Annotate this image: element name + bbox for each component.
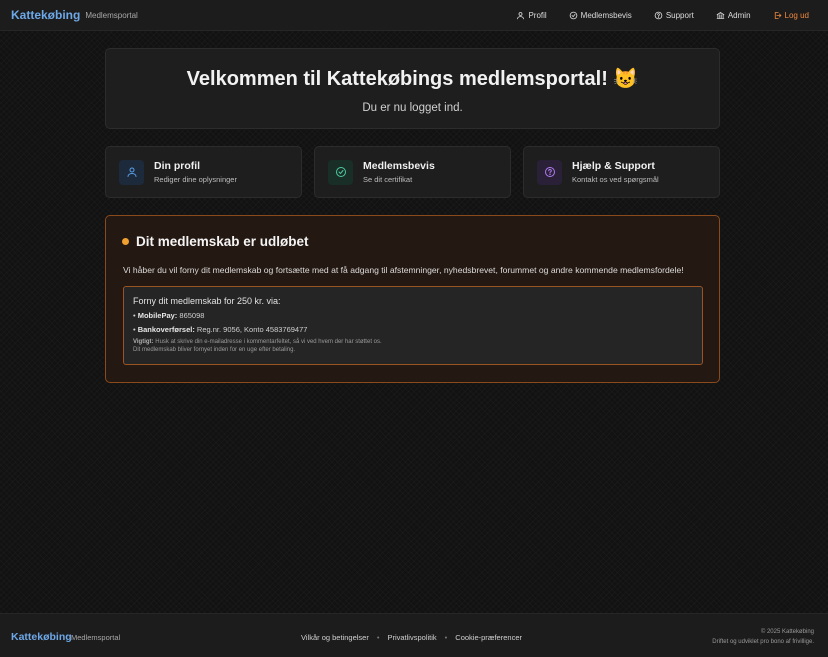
important-note: Vigtigt: Husk at skrive din e-mailadress… bbox=[133, 338, 693, 354]
nav-profile-label: Profil bbox=[528, 10, 547, 20]
nav-admin-label: Admin bbox=[727, 10, 751, 20]
renewal-timing-text: Dit medlemskab bliver fornyet inden for … bbox=[133, 347, 296, 353]
renew-box: Forny dit medlemskab for 250 kr. via: • … bbox=[123, 286, 703, 365]
footer-brand[interactable]: Kattekøbing bbox=[11, 631, 72, 643]
check-circle-icon bbox=[335, 167, 346, 177]
profile-card-icon-box bbox=[119, 159, 144, 185]
profile-card[interactable]: Din profil Rediger dine oplysninger bbox=[105, 146, 302, 198]
cookie-preferences-link[interactable]: Cookie-præferencer bbox=[455, 633, 522, 642]
nav-support-label: Support bbox=[665, 10, 694, 20]
bank-transfer-line: • Bankoverførsel: Reg.nr. 9056, Konto 45… bbox=[133, 325, 308, 334]
membership-card-subtitle: Se dit certifikat bbox=[363, 175, 413, 184]
nav-support[interactable]: Support bbox=[654, 11, 694, 20]
warning-dot-icon bbox=[122, 238, 129, 245]
expired-lead: Vi håber du vil forny dit medlemskab og … bbox=[123, 265, 684, 275]
profile-card-subtitle: Rediger dine oplysninger bbox=[154, 175, 237, 184]
brand-logo[interactable]: Kattekøbing bbox=[11, 8, 80, 22]
footer-credits: © 2025 Kattekøbing Driftet og udviklet p… bbox=[712, 627, 814, 647]
nav-membership-label: Medlemsbevis bbox=[580, 10, 632, 20]
profile-card-title: Din profil bbox=[154, 160, 201, 172]
important-note-label: Vigtigt: bbox=[133, 339, 154, 345]
nav-logout[interactable]: Log ud bbox=[773, 11, 809, 20]
bank-transfer-label: Bankoverførsel: bbox=[137, 325, 195, 334]
mobilepay-number: 865098 bbox=[179, 311, 205, 320]
nav-membership-card[interactable]: Medlemsbevis bbox=[569, 11, 632, 20]
copyright: © 2025 Kattekøbing bbox=[760, 629, 814, 635]
terms-link[interactable]: Vilkår og betingelser bbox=[301, 633, 369, 642]
support-card-subtitle: Kontakt os ved spørgsmål bbox=[572, 175, 659, 184]
user-icon bbox=[517, 11, 525, 19]
support-card[interactable]: Hjælp & Support Kontakt os ved spørgsmål bbox=[523, 146, 720, 198]
help-circle-icon bbox=[654, 11, 663, 19]
help-circle-icon bbox=[544, 167, 555, 177]
mobilepay-line: • MobilePay: 865098 bbox=[133, 311, 205, 320]
mobilepay-label: MobilePay: bbox=[137, 311, 178, 320]
nav-logout-label: Log ud bbox=[784, 10, 809, 20]
footer-links: Vilkår og betingelser • Privatlivspoliti… bbox=[301, 633, 522, 642]
renew-title: Forny dit medlemskab for 250 kr. via: bbox=[133, 296, 281, 306]
check-circle-icon bbox=[569, 11, 577, 19]
footer-separator: • bbox=[376, 633, 380, 642]
expired-title: Dit medlemskab er udløbet bbox=[136, 234, 309, 249]
welcome-title: Velkommen til Kattekøbings medlemsportal… bbox=[186, 68, 639, 90]
logout-icon bbox=[774, 11, 781, 19]
bank-icon bbox=[716, 11, 725, 19]
welcome-subtitle: Du er nu logget ind. bbox=[362, 102, 463, 114]
footer-subtitle: Medlemsportal bbox=[71, 633, 121, 642]
page-footer: Kattekøbing Medlemsportal Vilkår og beti… bbox=[0, 613, 828, 657]
membership-card[interactable]: Medlemsbevis Se dit certifikat bbox=[314, 146, 511, 198]
nav-profile[interactable]: Profil bbox=[516, 10, 547, 20]
membership-expired-panel: Dit medlemskab er udløbet Vi håber du vi… bbox=[105, 215, 720, 383]
bank-account: Reg.nr. 9056, Konto 4583769477 bbox=[196, 325, 308, 334]
welcome-card: Velkommen til Kattekøbings medlemsportal… bbox=[105, 48, 720, 129]
support-card-icon-box bbox=[537, 159, 562, 185]
privacy-link[interactable]: Privatlivspolitik bbox=[387, 633, 436, 642]
membership-card-title: Medlemsbevis bbox=[363, 160, 435, 172]
top-navbar: Kattekøbing Medlemsportal Profil Medlems… bbox=[0, 0, 828, 31]
important-note-text: Husk at skrive din e-mailadresse i komme… bbox=[155, 339, 382, 345]
footer-separator: • bbox=[444, 633, 448, 642]
footer-tagline: Driftet og udviklet pro bono af frivilli… bbox=[712, 639, 814, 645]
nav-admin[interactable]: Admin bbox=[716, 11, 751, 20]
brand-subtitle: Medlemsportal bbox=[85, 10, 138, 20]
user-icon bbox=[127, 167, 136, 177]
support-card-title: Hjælp & Support bbox=[572, 160, 655, 172]
main-nav: Profil Medlemsbevis Support Admin Log ud bbox=[494, 11, 817, 20]
membership-card-icon-box bbox=[328, 159, 353, 185]
